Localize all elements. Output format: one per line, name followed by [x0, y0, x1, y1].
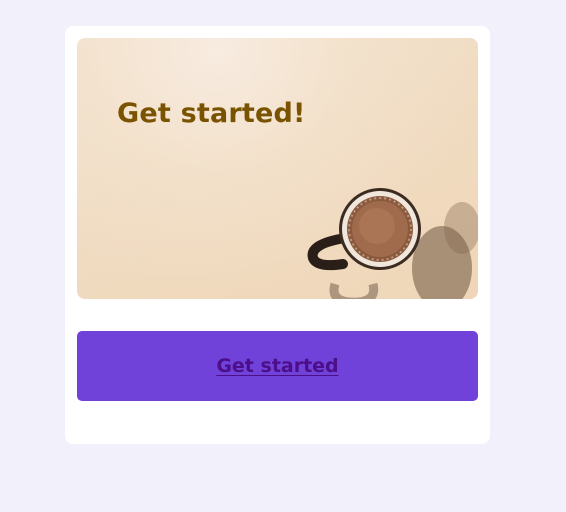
get-started-button-label: Get started — [216, 355, 339, 377]
get-started-card: Get started! Get started — [65, 26, 490, 444]
coffee-mug-image — [307, 188, 478, 299]
hero-banner: Get started! — [77, 38, 478, 299]
get-started-button[interactable]: Get started — [77, 331, 478, 401]
hero-title: Get started! — [117, 98, 306, 129]
